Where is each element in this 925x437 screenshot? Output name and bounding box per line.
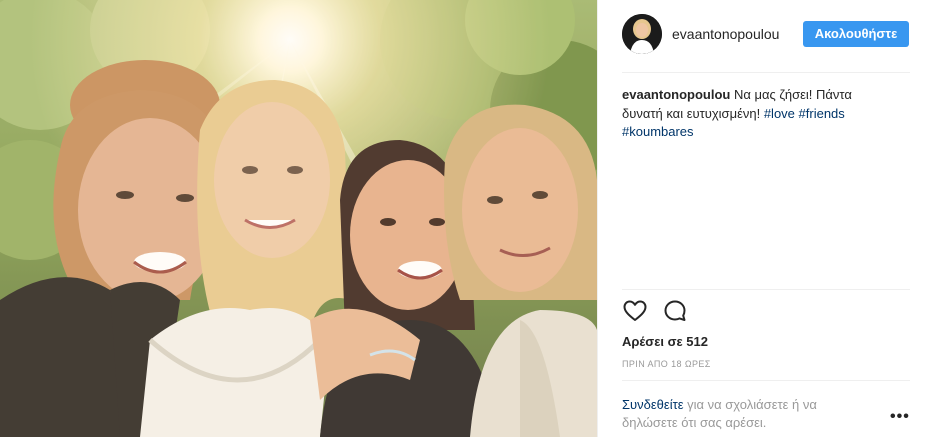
header-username[interactable]: evaantonopoulou (672, 26, 779, 42)
caption-username[interactable]: evaantonopoulou (622, 87, 730, 102)
comment-divider (622, 380, 910, 381)
header-divider (622, 72, 910, 73)
speech-bubble-icon[interactable] (662, 298, 688, 324)
likes-count[interactable]: Αρέσει σε 512 (622, 334, 708, 349)
instagram-post: evaantonopoulou Ακολουθήστε evaantonopou… (0, 0, 925, 437)
post-caption: evaantonopoulou Να μας ζήσει! Πάντα δυνα… (622, 86, 884, 142)
follow-button[interactable]: Ακολουθήστε (803, 21, 909, 47)
more-options-icon[interactable]: ••• (890, 409, 910, 425)
post-timestamp[interactable]: ΠΡΙΝ ΑΠΟ 18 ΩΡΕΣ (622, 359, 711, 369)
login-prompt: Συνδεθείτε για να σχολιάσετε ή να δηλώσε… (622, 396, 870, 432)
selfie-photo-illustration (0, 0, 597, 437)
post-photo[interactable] (0, 0, 597, 437)
heart-outline-icon[interactable] (622, 298, 648, 324)
hashtag-friends[interactable]: #friends (799, 106, 845, 121)
profile-picture (622, 14, 662, 54)
hashtag-love[interactable]: #love (764, 106, 795, 121)
hashtag-koumbares[interactable]: #koumbares (622, 124, 694, 139)
post-header: evaantonopoulou Ακολουθήστε (598, 0, 925, 72)
avatar[interactable] (622, 14, 662, 54)
login-link[interactable]: Συνδεθείτε (622, 397, 684, 412)
post-sidebar: evaantonopoulou Ακολουθήστε evaantonopou… (597, 0, 925, 437)
actions-divider (622, 289, 910, 290)
post-actions (622, 298, 688, 326)
